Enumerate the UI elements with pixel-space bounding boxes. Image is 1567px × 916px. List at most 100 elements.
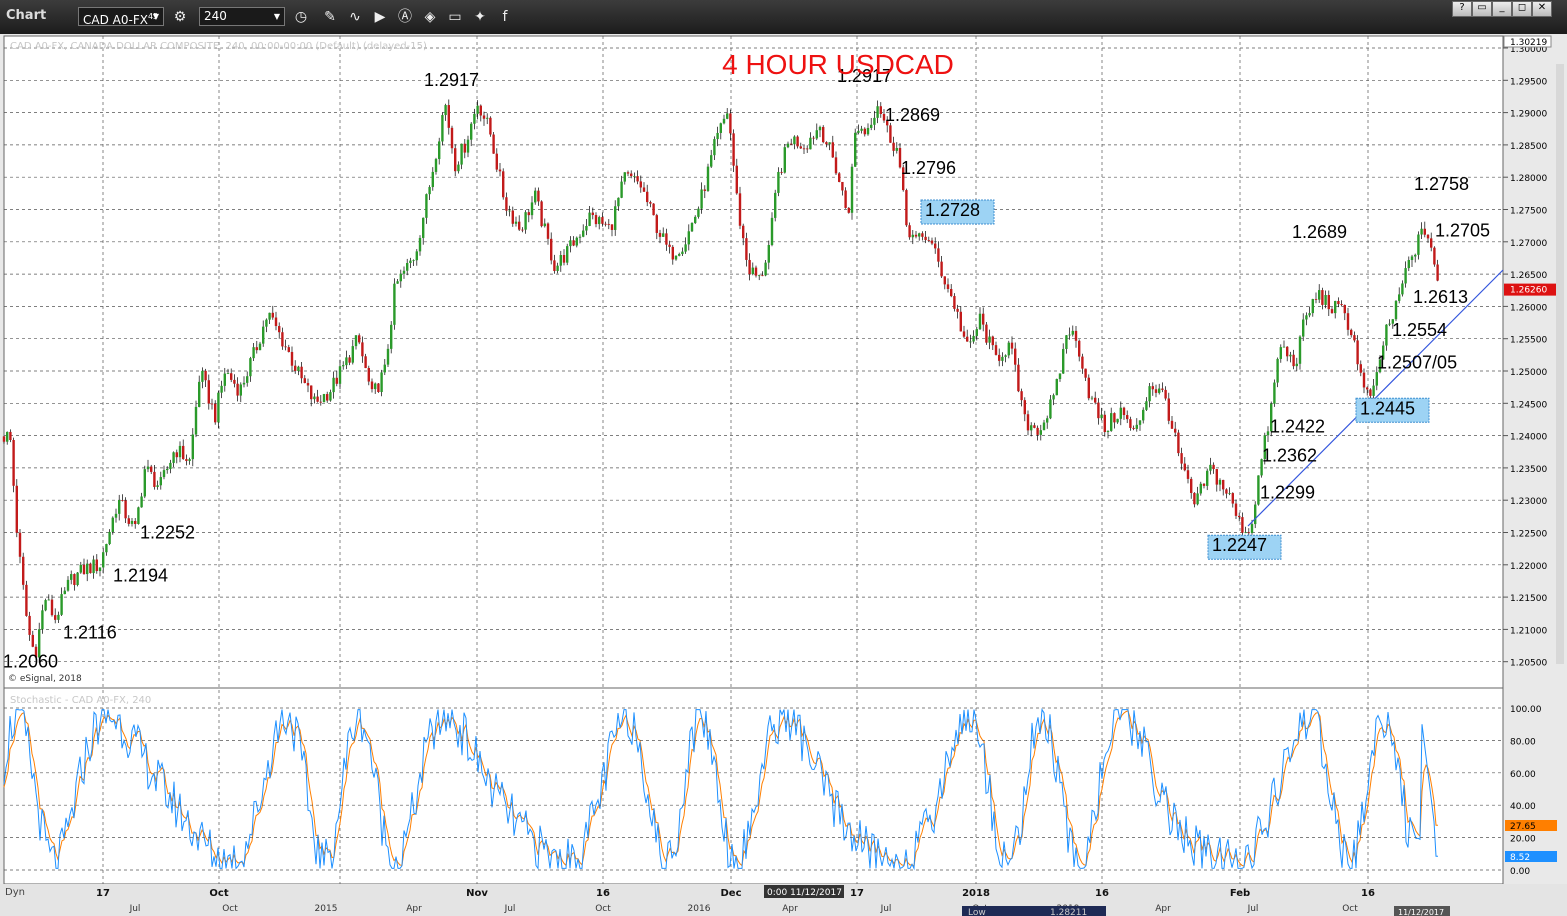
- twitter-icon[interactable]: ✦: [471, 8, 489, 26]
- price-annotation: 1.2362: [1262, 445, 1317, 465]
- candle-body: [831, 142, 834, 158]
- candle-body: [351, 346, 354, 363]
- candle-body: [322, 394, 326, 403]
- candle-body: [1090, 397, 1094, 399]
- chat-icon[interactable]: ▭: [446, 8, 464, 26]
- wave-icon[interactable]: ∿: [346, 8, 364, 26]
- candle-body: [258, 343, 262, 351]
- candle-body: [1052, 395, 1055, 400]
- facebook-icon[interactable]: f: [496, 8, 514, 26]
- window-title: Chart: [6, 8, 47, 23]
- tag-icon[interactable]: ◈: [421, 8, 439, 26]
- candle-body: [678, 254, 681, 256]
- candle-body: [476, 105, 479, 114]
- candle-body: [1007, 342, 1010, 356]
- candle-body: [271, 312, 274, 318]
- candle-body: [710, 155, 713, 167]
- candle-body: [895, 147, 898, 151]
- candle-body: [1417, 234, 1420, 255]
- clock-icon[interactable]: ◷: [292, 8, 310, 26]
- candle-body: [850, 166, 854, 213]
- price-tick-label: 1.25500: [1510, 336, 1547, 346]
- candle-body: [809, 137, 812, 150]
- candle-body: [105, 544, 108, 553]
- pencil-icon[interactable]: ✎: [321, 8, 339, 26]
- price-annotation: 1.2445: [1360, 398, 1415, 418]
- candle-body: [1177, 432, 1180, 454]
- candle-body: [284, 346, 287, 348]
- candle-body: [274, 317, 278, 327]
- time-tick-label: 2016: [688, 904, 711, 914]
- candle-body: [82, 564, 86, 575]
- price-tick-label: 1.26000: [1510, 303, 1547, 313]
- candle-body: [799, 146, 802, 149]
- candle-body: [444, 105, 447, 116]
- time-tick-label: Jul: [129, 904, 141, 914]
- candle-body: [457, 164, 460, 172]
- candle-body: [716, 132, 719, 140]
- candle-body: [1282, 346, 1286, 348]
- candle-body: [665, 233, 668, 245]
- candle-body: [31, 634, 34, 647]
- price-annotation: 1.2194: [113, 566, 168, 586]
- candle-body: [918, 233, 921, 237]
- candle-body: [505, 197, 508, 211]
- help-button[interactable]: ?: [1452, 1, 1472, 17]
- restore-button[interactable]: ▭: [1472, 1, 1492, 17]
- candle-body: [642, 187, 646, 192]
- candle-body: [514, 221, 518, 224]
- candle-body: [281, 332, 284, 347]
- candle-body: [447, 105, 450, 128]
- candle-body: [1186, 470, 1190, 479]
- candle-body: [1116, 418, 1119, 423]
- stoch-tick-label: 100.00: [1510, 705, 1542, 715]
- candle-body: [1145, 401, 1148, 410]
- candle-body: [319, 401, 322, 403]
- stoch-tick-label: 0.00: [1510, 867, 1530, 877]
- dyn-label[interactable]: Dyn: [5, 887, 25, 898]
- candle-body: [1369, 389, 1372, 396]
- candle-body: [70, 574, 73, 580]
- candle-body: [1190, 478, 1193, 493]
- time-tick-label: 17: [96, 888, 110, 899]
- candle-body: [1183, 463, 1186, 471]
- candle-body: [118, 500, 121, 514]
- candle-body: [1132, 427, 1135, 429]
- candle-body: [572, 240, 575, 246]
- candle-body: [498, 169, 502, 172]
- play-icon[interactable]: ▶: [371, 8, 389, 26]
- price-annotation: 1.2554: [1392, 320, 1447, 340]
- time-tick-label: Oct: [1342, 904, 1358, 914]
- maximize-button[interactable]: ◻: [1512, 1, 1532, 17]
- price-tick-label: 1.21500: [1510, 594, 1547, 604]
- minimize-button[interactable]: _: [1492, 1, 1512, 17]
- price-scroll-track[interactable]: [1556, 64, 1564, 664]
- candle-body: [47, 599, 50, 601]
- candle-body: [770, 217, 774, 246]
- candle-body: [1423, 228, 1426, 235]
- candle-body: [921, 233, 924, 237]
- price-tick-label: 1.28000: [1510, 174, 1547, 184]
- candle-body: [329, 392, 332, 401]
- price-annotation: 1.2869: [885, 105, 940, 125]
- candle-body: [966, 336, 969, 342]
- time-tick-label: Apr: [782, 904, 798, 914]
- candle-body: [108, 531, 111, 545]
- price-chart[interactable]: 1.300001.295001.290001.285001.280001.275…: [0, 34, 1567, 916]
- candle-body: [591, 212, 594, 216]
- candle-body: [127, 518, 130, 524]
- candle-body: [50, 599, 54, 616]
- candle-body: [1231, 493, 1234, 504]
- stoch-tick-label: 20.00: [1510, 835, 1536, 845]
- candle-body: [431, 171, 434, 188]
- alert-icon[interactable]: Ⓐ: [396, 8, 414, 26]
- candle-body: [562, 255, 566, 263]
- candle-body: [975, 329, 978, 336]
- candle-body: [434, 159, 438, 172]
- settings-icon[interactable]: ⚙: [171, 8, 189, 26]
- close-button[interactable]: ✕: [1532, 1, 1552, 17]
- symbol-input[interactable]: CAD A0-FX45 ▼: [78, 7, 164, 27]
- candle-body: [169, 462, 172, 469]
- interval-input[interactable]: 240 ▼: [199, 7, 285, 26]
- candle-body: [1308, 313, 1311, 316]
